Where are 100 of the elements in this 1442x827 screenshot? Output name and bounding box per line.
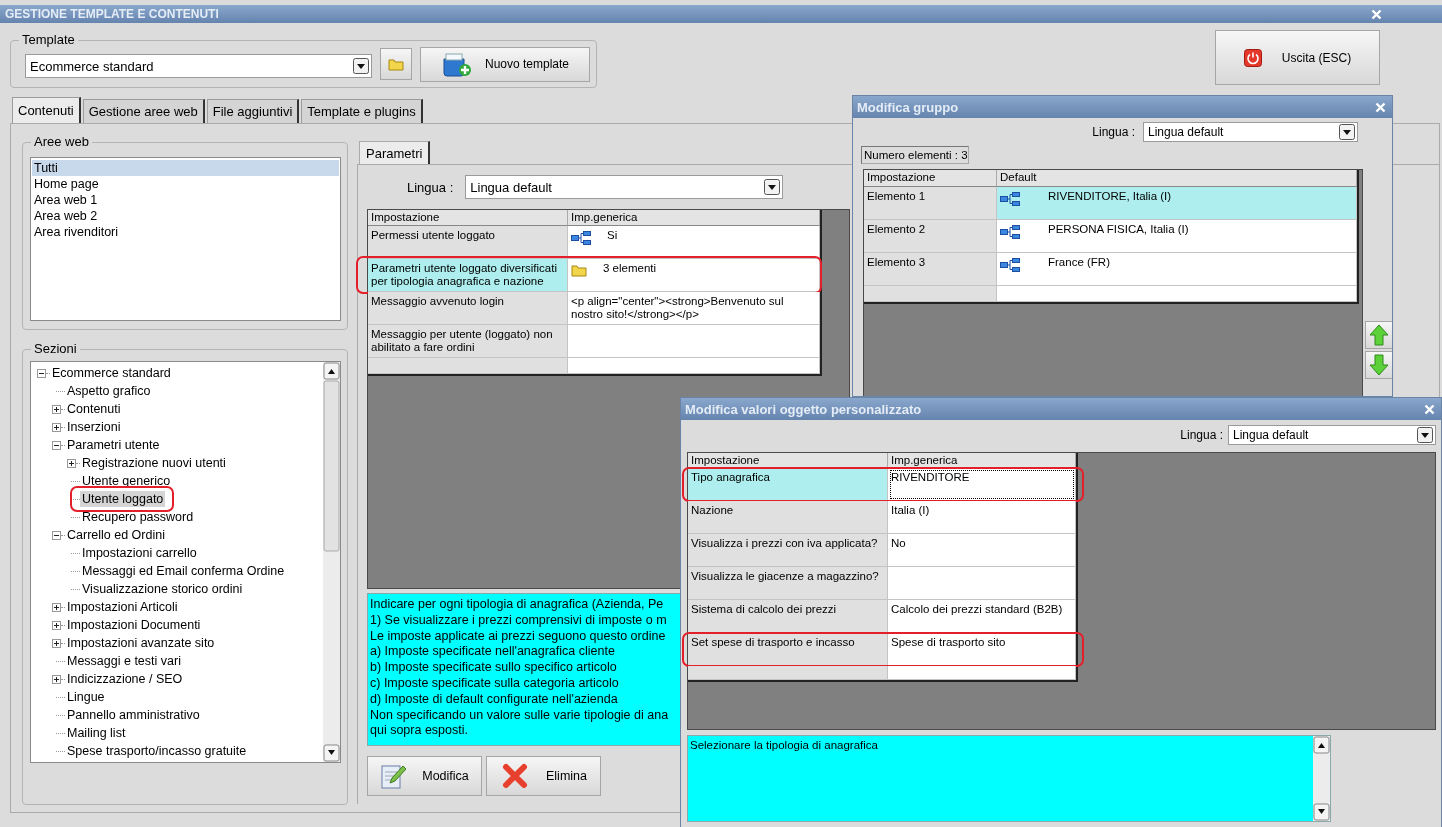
list-item[interactable]: Area web 1 [32, 192, 339, 208]
cell-value: PERSONA FISICA, Italia (I) [1048, 223, 1189, 236]
folder-icon [571, 263, 587, 277]
tree-item[interactable]: Messaggi e testi vari [65, 653, 183, 669]
tree-item[interactable]: Recupero password [80, 509, 196, 525]
expand-icon[interactable] [52, 602, 61, 612]
tree-item[interactable]: Mailing list [65, 725, 128, 741]
column-header[interactable]: Default [997, 170, 1357, 187]
power-icon [1243, 48, 1262, 67]
list-item[interactable]: Home page [32, 176, 339, 192]
table-cell: Parametri utente loggato diversificati per tipologia anagrafica e nazione [368, 259, 568, 292]
help-line: Indicare per ogni tipologia di anagrafica (Azienda, Pe [370, 597, 665, 613]
tree-item[interactable]: Indicizzazione / SEO [65, 671, 185, 687]
tree-item[interactable]: Carrello ed Ordini [65, 527, 167, 543]
column-header[interactable]: Imp.generica [568, 210, 820, 226]
close-icon[interactable] [1424, 403, 1435, 415]
scrollbar[interactable] [323, 362, 340, 762]
tree-item[interactable]: Contenuti [65, 401, 123, 417]
window-title: GESTIONE TEMPLATE E CONTENUTI [5, 7, 219, 21]
help-line: d) Imposte di default configurate nell'azienda [370, 691, 619, 708]
list-item[interactable]: Area rivenditori [32, 224, 339, 240]
tree-item[interactable]: Lingue [65, 689, 107, 705]
table-cell: Visualizza i prezzi con iva applicata? [688, 534, 888, 567]
tree-item[interactable]: Utente generico [80, 473, 173, 489]
help-line: qui sopra esposti. [370, 723, 469, 740]
tab[interactable]: Parametri [359, 141, 430, 164]
template-dropdown[interactable]: Ecommerce standard [25, 54, 372, 78]
tree-item[interactable]: Inserzioni [65, 419, 123, 435]
group-label: Template [19, 32, 78, 48]
field-label: Lingua : [1180, 428, 1223, 442]
delete-icon [500, 761, 530, 791]
field-label: Lingua : [407, 179, 454, 195]
collapse-icon[interactable] [52, 530, 61, 540]
tree-item[interactable]: Impostazioni carrello [80, 545, 199, 561]
cell-value: No [891, 537, 906, 550]
help-line: Le imposte applicate ai prezzi seguono questo ordine [370, 628, 667, 645]
delete-button[interactable]: Elimina [486, 756, 601, 796]
column-header[interactable]: Impostazione [864, 170, 997, 187]
collapse-icon[interactable] [37, 368, 46, 378]
tab[interactable]: Gestione aree web [82, 99, 205, 123]
move-up-button[interactable] [1365, 321, 1392, 349]
tree-item[interactable]: Aspetto grafico [65, 383, 153, 399]
table-cell: Elemento 3 [864, 253, 997, 286]
window-title: Modifica gruppo [857, 99, 959, 115]
edit-button[interactable]: Modifica [367, 756, 482, 796]
table-cell: Sistema di calcolo dei prezzi [688, 600, 888, 633]
description-text: Selezionare la tipologia di anagrafica [689, 738, 879, 753]
expand-icon[interactable] [52, 404, 61, 414]
list-item[interactable]: Tutti [32, 160, 339, 176]
table-cell: Permessi utente loggato [368, 226, 568, 259]
scrollbar[interactable] [1313, 736, 1330, 821]
tab[interactable]: File aggiuntivi [206, 99, 300, 123]
tree-item[interactable]: Registrazione nuovi utenti [80, 455, 228, 471]
list-item[interactable]: Area web 2 [32, 208, 339, 224]
tab[interactable]: Template e plugins [301, 99, 423, 123]
table-cell: Messaggio per utente (loggato) non abilitato a fare ordini [368, 325, 568, 358]
tree-item[interactable]: Spese trasporto/incasso gratuite [65, 743, 249, 759]
element-count-field: Numero elementi : 3 [861, 146, 969, 164]
help-line: b) Imposte specificate sullo specifico articolo [370, 660, 618, 676]
hierarchy-icon [571, 230, 591, 246]
help-line: c) Imposte specificate sulla categoria articolo [370, 676, 620, 692]
exit-button[interactable]: Uscita (ESC) [1215, 30, 1380, 85]
arrow-up-icon [1369, 324, 1389, 346]
expand-icon[interactable] [52, 674, 61, 684]
tree-item[interactable]: Messaggi ed Email conferma Ordine [80, 563, 287, 579]
cell-value: RIVENDITORE, Italia (I) [1048, 190, 1172, 203]
language-dropdown[interactable]: Lingua default [465, 175, 784, 199]
tab[interactable]: Contenuti [12, 97, 81, 123]
close-icon[interactable] [1371, 8, 1382, 20]
tree-item[interactable]: Pannello amministrativo [65, 707, 202, 723]
cell-value: Calcolo dei prezzi standard (B2B) [891, 603, 1063, 616]
expand-icon[interactable] [52, 620, 61, 630]
folder-icon [388, 57, 404, 71]
cell-value: RIVENDITORE [891, 471, 970, 484]
cell-value: Spese di trasporto sito [891, 636, 1006, 649]
tree-item[interactable]: Ecommerce standard [50, 365, 173, 381]
close-icon[interactable] [1375, 101, 1386, 113]
hierarchy-icon [1000, 257, 1020, 273]
window-title: Modifica valori oggetto personalizzato [685, 401, 922, 417]
box-plus-icon [440, 51, 471, 77]
tree-item[interactable]: Parametri utente [65, 437, 162, 453]
table-cell: Visualizza le giacenze a magazzino? [688, 567, 888, 600]
table-cell: Nazione [688, 501, 888, 534]
tree-item[interactable]: Utente loggato [80, 491, 166, 507]
move-down-button[interactable] [1365, 351, 1392, 379]
tree-item[interactable]: Impostazioni avanzate sito [65, 635, 217, 651]
tree-item[interactable]: Impostazioni Documenti [65, 617, 203, 633]
language-dropdown[interactable]: Lingua default [1228, 425, 1436, 445]
tree-item[interactable]: Visualizzazione storico ordini [80, 581, 245, 597]
cell-value: France (FR) [1048, 256, 1110, 269]
help-line: Non specificando un valore sulle varie tipologie di ana [370, 707, 670, 724]
expand-icon[interactable] [52, 422, 61, 432]
cell-value: 3 elementi [603, 262, 657, 275]
language-dropdown[interactable]: Lingua default [1143, 122, 1358, 142]
expand-icon[interactable] [52, 638, 61, 648]
new-template-button[interactable]: Nuovo template [420, 46, 590, 82]
expand-icon[interactable] [67, 458, 76, 468]
column-header[interactable]: Impostazione [368, 210, 568, 226]
tree-item[interactable]: Impostazioni Articoli [65, 599, 180, 615]
collapse-icon[interactable] [52, 440, 61, 450]
